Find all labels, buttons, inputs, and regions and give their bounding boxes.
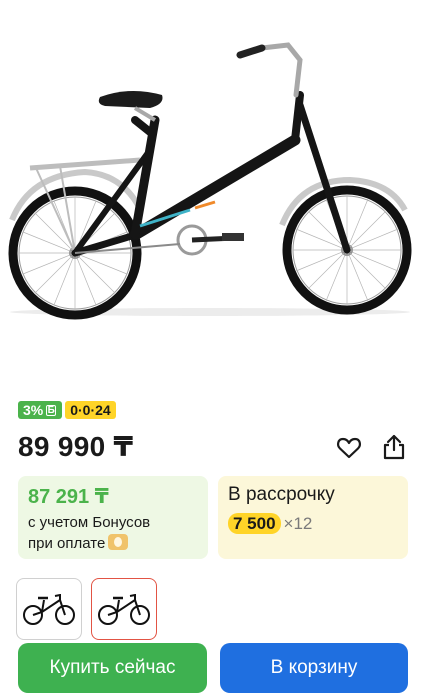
product-price: 89 990 ₸ <box>18 431 134 462</box>
bonus-badge: 3% Б <box>18 401 63 419</box>
badges-row: 3% Б 0·0·24 <box>18 401 116 419</box>
bonus-percent: 3% <box>23 402 44 418</box>
bonus-symbol-icon: Б <box>46 404 57 416</box>
bonus-price: 87 291 ₸ <box>28 486 109 508</box>
kaspi-coin-icon <box>108 534 129 550</box>
installment-amount: 7 500 <box>228 513 281 534</box>
bonus-price-card[interactable]: 87 291 ₸ с учетом Бонусов при оплате <box>18 476 208 559</box>
bonus-note-line1: с учетом Бонусов <box>28 514 151 531</box>
bicycle-thumbnail <box>98 594 150 625</box>
installment-months: ×12 <box>283 513 313 533</box>
heart-icon <box>337 437 361 459</box>
bonus-note-line2: при оплате <box>28 533 150 554</box>
thumbnail-1[interactable] <box>16 578 82 640</box>
installment-title: В рассрочку <box>228 484 335 505</box>
bonus-note: с учетом Бонусов при оплате <box>28 512 150 554</box>
bicycle-image <box>8 42 412 320</box>
product-image[interactable] <box>0 0 426 330</box>
add-to-cart-button[interactable]: В корзину <box>220 643 408 693</box>
favorite-button[interactable] <box>333 432 365 464</box>
installment-badge: 0·0·24 <box>65 401 116 419</box>
installment-card[interactable]: В рассрочку 7 500 ×12 <box>218 476 408 559</box>
buy-now-button[interactable]: Купить сейчас <box>18 643 207 693</box>
share-icon <box>383 434 405 460</box>
share-button[interactable] <box>378 431 410 463</box>
installment-row: 7 500 ×12 <box>228 513 312 534</box>
thumbnail-2[interactable] <box>91 578 157 640</box>
bicycle-thumbnail <box>23 594 75 625</box>
